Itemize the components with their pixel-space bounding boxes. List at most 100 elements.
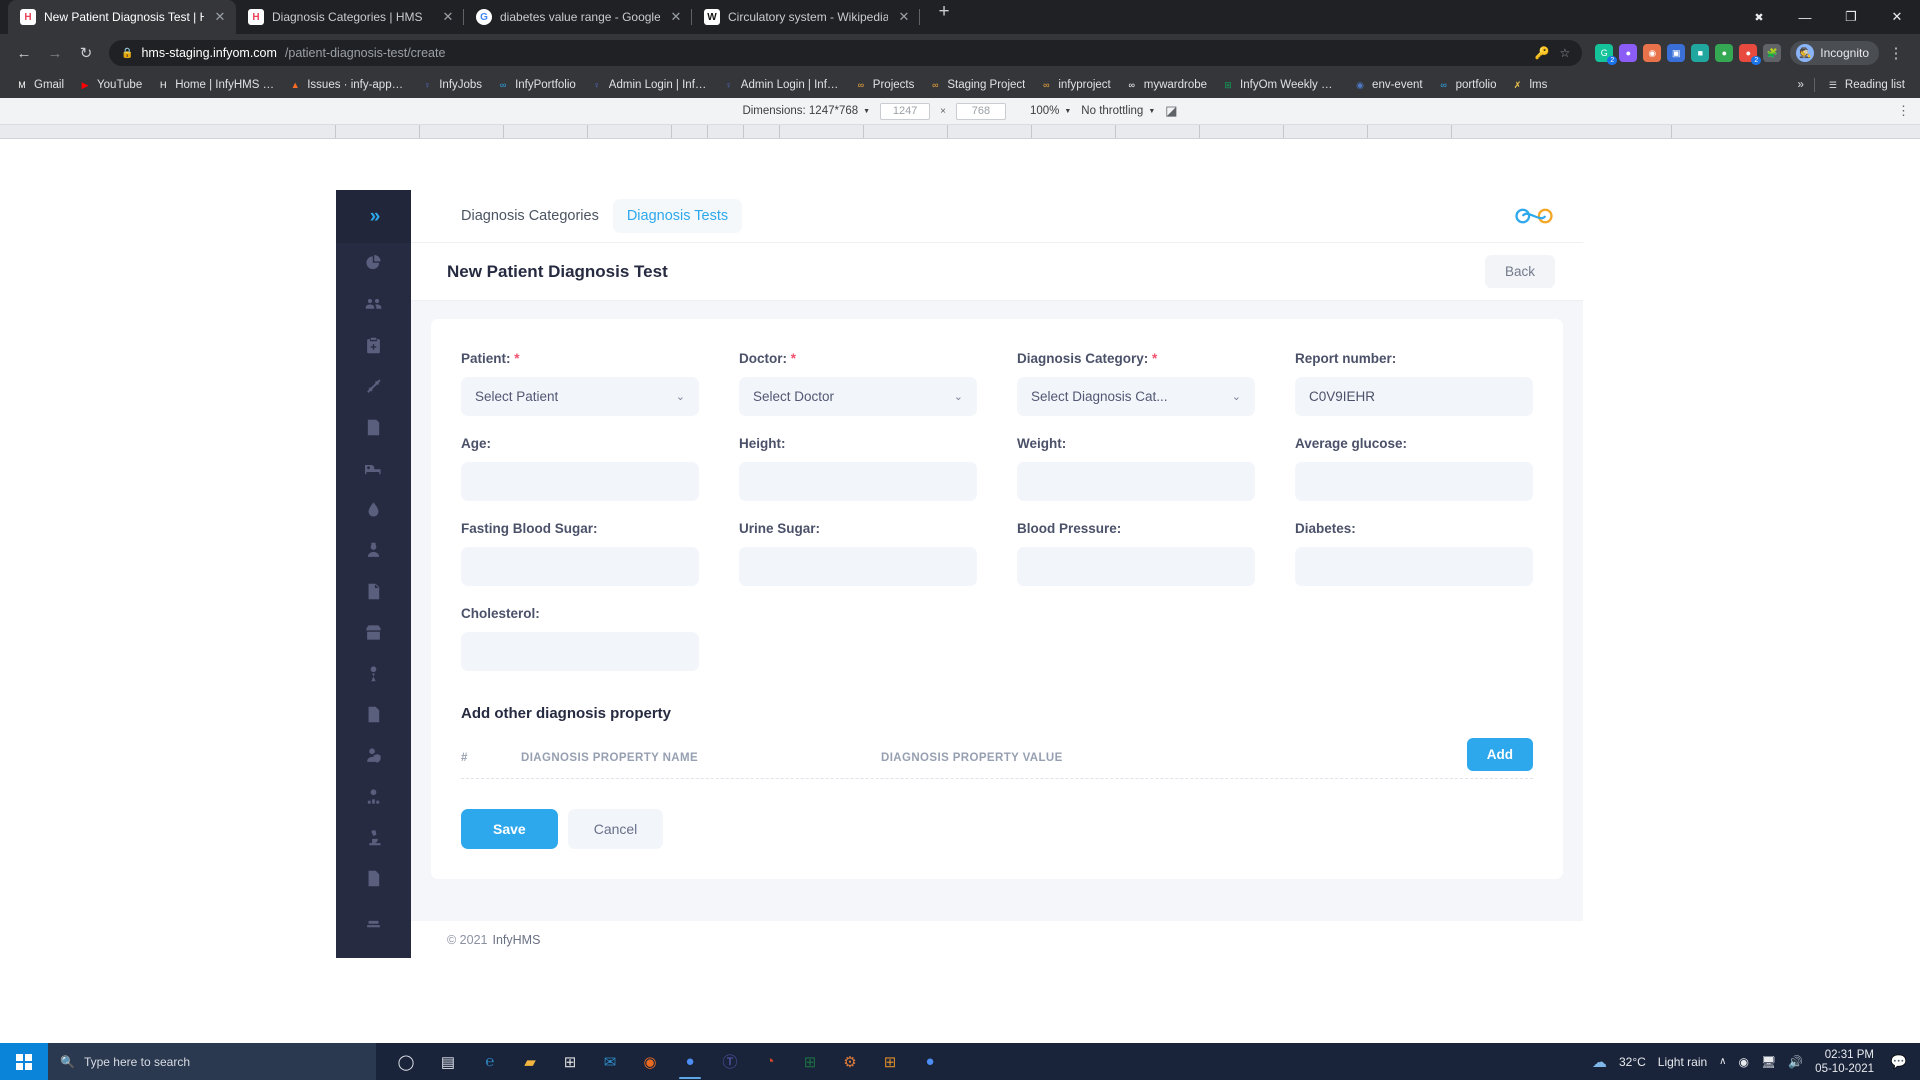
bookmarks-overflow-button[interactable]: » [1792, 77, 1810, 93]
sidebar-item-beds[interactable] [336, 448, 411, 489]
extension-red-icon[interactable]: ● 2 [1739, 44, 1762, 65]
sidebar-item-reports[interactable] [336, 694, 411, 735]
sidebar-item-doctors[interactable] [336, 325, 411, 366]
reading-list-button[interactable]: ☰ Reading list [1819, 76, 1912, 94]
start-button[interactable] [0, 1043, 48, 1080]
sidebar-item-nurses[interactable] [336, 530, 411, 571]
close-icon[interactable]: ✕ [896, 9, 912, 25]
tab-diagnosis-tests[interactable]: Diagnosis Tests [612, 199, 743, 233]
bookmark-item[interactable]: ♀ InfyJobs [413, 76, 489, 94]
cholesterol-input[interactable] [461, 632, 699, 671]
incognito-profile-button[interactable]: 🕵 Incognito [1790, 41, 1879, 65]
diabetes-input[interactable] [1295, 547, 1533, 586]
extension-grammarly-icon[interactable]: G2 [1595, 44, 1618, 65]
close-icon[interactable]: ✕ [440, 9, 456, 25]
sidebar-item-prescriptions[interactable] [336, 858, 411, 899]
age-input[interactable] [461, 462, 699, 501]
extension-teal-icon[interactable]: ■ [1691, 44, 1710, 62]
close-icon[interactable]: ✕ [212, 9, 228, 25]
taskbar-app-file-explorer[interactable]: ▰ [510, 1043, 550, 1080]
taskbar-app-excel[interactable]: ⊞ [790, 1043, 830, 1080]
bookmark-star-icon[interactable]: ☆ [1560, 46, 1571, 60]
browser-tab-3[interactable]: W Circulatory system - Wikipedia ✕ [692, 0, 920, 34]
bookmark-item[interactable]: ∞ Staging Project [921, 76, 1032, 94]
dimensions-dropdown[interactable]: Dimensions: 1247*768 ▼ [742, 105, 870, 117]
sidebar-item-case-manager[interactable] [336, 776, 411, 817]
maximize-button[interactable]: ❐ [1828, 0, 1874, 34]
bookmark-item[interactable]: H Home | InfyHMS de... [149, 76, 281, 94]
taskbar-app-firefox[interactable]: ◉ [630, 1043, 670, 1080]
bookmark-item[interactable]: ∞ Projects [847, 76, 922, 94]
patient-select[interactable]: Select Patient ⌄ [461, 377, 699, 416]
taskbar-app-powerpoint[interactable]: ◔ [750, 1043, 790, 1080]
extension-green-icon[interactable]: ● [1715, 44, 1734, 62]
bookmark-item[interactable]: ⊞ InfyOm Weekly Goa... [1214, 76, 1346, 94]
doctor-select[interactable]: Select Doctor ⌄ [739, 377, 977, 416]
new-tab-button[interactable]: + [930, 0, 958, 27]
notifications-button[interactable]: 💬 [1886, 1043, 1912, 1080]
clock[interactable]: 02:31 PM 05-10-2021 [1815, 1048, 1874, 1076]
close-window-button[interactable]: ✕ [1874, 0, 1920, 34]
network-icon[interactable]: 🖥 [1761, 1055, 1776, 1069]
viewport-height-input[interactable]: 768 [955, 102, 1006, 120]
reload-icon[interactable]: ↻ [72, 39, 100, 67]
minimize-button[interactable]: — [1782, 0, 1828, 34]
sidebar-item-settings[interactable] [336, 899, 411, 940]
close-icon[interactable]: ✕ [668, 9, 684, 25]
sidebar-item-pathology[interactable] [336, 817, 411, 858]
blood-pressure-input[interactable] [1017, 547, 1255, 586]
urine-sugar-input[interactable] [739, 547, 977, 586]
bookmark-item[interactable]: ▲ Issues · infy-apps / I... [281, 76, 413, 94]
cancel-button[interactable]: Cancel [567, 809, 664, 849]
sidebar-collapse-button[interactable]: » [336, 190, 411, 243]
extensions-close-icon[interactable]: ✖ [1736, 0, 1782, 34]
bookmark-item[interactable]: ∞ mywardrobe [1118, 76, 1214, 94]
tray-expand-icon[interactable]: ∧ [1719, 1056, 1726, 1067]
browser-tab-1[interactable]: H Diagnosis Categories | HMS ✕ [236, 0, 464, 34]
taskbar-app-settings-app[interactable]: ⚙ [830, 1043, 870, 1080]
sidebar-item-dashboard[interactable] [336, 243, 411, 284]
browser-tab-2[interactable]: G diabetes value range - Google Se ✕ [464, 0, 692, 34]
bookmark-item[interactable]: ♀ Admin Login | InfyJ... [715, 76, 847, 94]
taskbar-app-calculator[interactable]: ⊞ [870, 1043, 910, 1080]
sidebar-item-inventory[interactable] [336, 612, 411, 653]
taskbar-app-store[interactable]: ⊞ [550, 1043, 590, 1080]
zoom-dropdown[interactable]: 100% ▼ [1030, 105, 1071, 117]
diagnosis-category-select[interactable]: Select Diagnosis Cat... ⌄ [1017, 377, 1255, 416]
extension-purple-icon[interactable]: ● [1619, 44, 1638, 62]
extension-blue-icon[interactable]: ▣ [1667, 44, 1686, 62]
address-bar[interactable]: 🔒 hms-staging.infyom.com/patient-diagnos… [109, 40, 1583, 66]
browser-tab-0[interactable]: H New Patient Diagnosis Test | HMS ✕ [8, 0, 236, 34]
forward-icon[interactable]: → [41, 39, 69, 67]
chrome-menu-icon[interactable]: ⋮ [1882, 39, 1910, 67]
taskbar-app-mail[interactable]: ✉ [590, 1043, 630, 1080]
bookmark-item[interactable]: ✗ lms [1503, 76, 1554, 94]
rotate-icon[interactable]: ◪ [1165, 103, 1177, 119]
camera-icon[interactable]: ◉ [1739, 1055, 1749, 1069]
taskbar-search-input[interactable]: 🔍 Type here to search [48, 1043, 376, 1080]
sidebar-item-accountant[interactable] [336, 653, 411, 694]
taskbar-app-chrome-2[interactable]: ● [910, 1043, 950, 1080]
bookmark-item[interactable]: M Gmail [8, 76, 71, 94]
sidebar-item-staff[interactable] [336, 735, 411, 776]
sidebar-item-blood-bank[interactable] [336, 489, 411, 530]
taskbar-app-edge[interactable]: ℮ [470, 1043, 510, 1080]
bookmark-item[interactable]: ▶ YouTube [71, 76, 149, 94]
back-icon[interactable]: ← [10, 39, 38, 67]
taskbar-app-teams[interactable]: Ⓣ [710, 1043, 750, 1080]
bookmark-item[interactable]: ♀ Admin Login | InfyJ... [583, 76, 715, 94]
sidebar-item-documents[interactable] [336, 571, 411, 612]
kebab-menu-icon[interactable]: ⋮ [1897, 103, 1910, 119]
volume-muted-icon[interactable]: 🔊 [1788, 1055, 1803, 1069]
sidebar-item-patients[interactable] [336, 284, 411, 325]
sidebar-item-vaccinations[interactable] [336, 366, 411, 407]
throttling-dropdown[interactable]: No throttling ▼ [1081, 105, 1155, 117]
cortana-circle-icon[interactable]: ◯ [386, 1043, 426, 1080]
save-button[interactable]: Save [461, 809, 558, 849]
bookmark-item[interactable]: ∞ InfyPortfolio [489, 76, 583, 94]
weight-input[interactable] [1017, 462, 1255, 501]
average-glucose-input[interactable] [1295, 462, 1533, 501]
key-icon[interactable]: 🔑 [1535, 46, 1550, 60]
task-view-icon[interactable]: ▤ [428, 1043, 468, 1080]
viewport-width-input[interactable]: 1247 [880, 102, 931, 120]
